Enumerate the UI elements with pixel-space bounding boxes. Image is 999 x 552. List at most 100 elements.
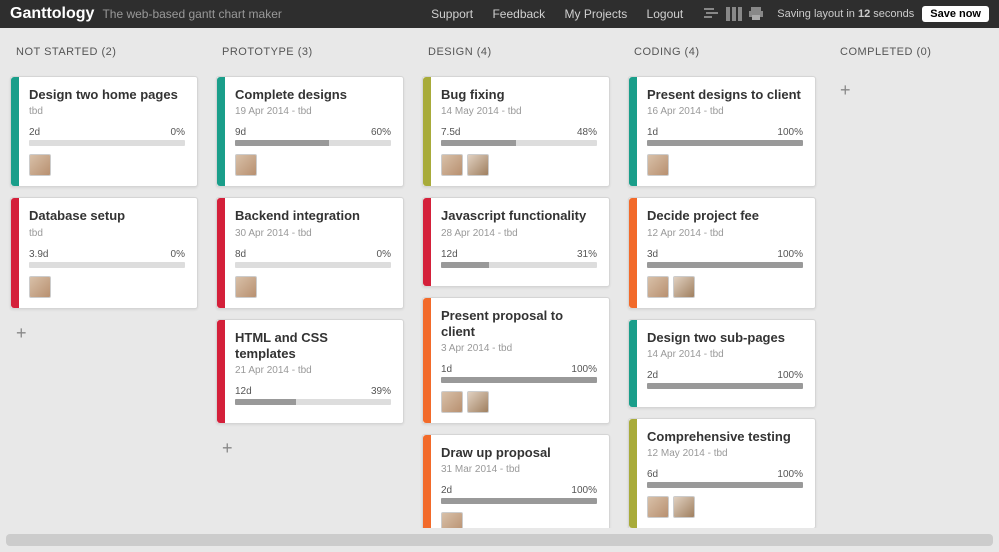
avatar-group bbox=[441, 154, 597, 176]
progress-bar bbox=[647, 140, 803, 146]
kanban-column: CODING (4) Present designs to client 16 Ap… bbox=[628, 46, 816, 510]
nav-logout[interactable]: Logout bbox=[647, 7, 684, 21]
card-duration: 9d bbox=[235, 127, 246, 138]
task-card[interactable]: Complete designs19 Apr 2014 - tbd9d60% bbox=[216, 76, 404, 187]
card-title: Javascript functionality bbox=[441, 208, 597, 224]
task-card[interactable]: Javascript functionality 28 Apr 2014 - tb… bbox=[422, 197, 610, 286]
card-color-stripe bbox=[629, 77, 637, 186]
card-percent: 100% bbox=[571, 485, 597, 496]
card-duration: 1d bbox=[647, 127, 658, 138]
card-percent: 60% bbox=[371, 127, 391, 138]
task-card[interactable]: HTML and CSS templates21 Apr 2014 - tbd1… bbox=[216, 319, 404, 425]
kanban-column: COMPLETED (0)+ bbox=[834, 46, 999, 510]
avatar[interactable] bbox=[235, 276, 257, 298]
progress-bar bbox=[441, 262, 597, 268]
progress-bar bbox=[235, 399, 391, 405]
card-percent: 100% bbox=[777, 249, 803, 260]
card-color-stripe bbox=[11, 198, 19, 307]
card-percent: 31% bbox=[577, 249, 597, 260]
card-color-stripe bbox=[629, 419, 637, 528]
progress-fill bbox=[441, 262, 489, 268]
task-card[interactable]: Present proposal to client3 Apr 2014 - t… bbox=[422, 297, 610, 425]
progress-bar bbox=[235, 262, 391, 268]
avatar[interactable] bbox=[29, 276, 51, 298]
avatar[interactable] bbox=[235, 154, 257, 176]
card-title: Bug fixing bbox=[441, 87, 597, 103]
nav-feedback[interactable]: Feedback bbox=[492, 7, 545, 21]
nav-projects[interactable]: My Projects bbox=[565, 7, 628, 21]
save-now-button[interactable]: Save now bbox=[922, 6, 989, 22]
card-date: 12 Apr 2014 - tbd bbox=[647, 228, 803, 239]
card-duration: 2d bbox=[647, 370, 658, 381]
card-title: Design two home pages bbox=[29, 87, 185, 103]
card-date: 28 Apr 2014 - tbd bbox=[441, 228, 597, 239]
card-date: tbd bbox=[29, 106, 185, 117]
card-duration: 8d bbox=[235, 249, 246, 260]
task-card[interactable]: Bug fixing14 May 2014 - tbd7.5d48% bbox=[422, 76, 610, 187]
card-title: Complete designs bbox=[235, 87, 391, 103]
horizontal-scrollbar[interactable] bbox=[6, 534, 993, 546]
card-duration: 7.5d bbox=[441, 127, 460, 138]
task-card[interactable]: Decide project fee12 Apr 2014 - tbd3d100… bbox=[628, 197, 816, 308]
add-card-button[interactable]: + bbox=[216, 434, 239, 463]
avatar[interactable] bbox=[647, 154, 669, 176]
progress-bar bbox=[441, 377, 597, 383]
add-card-button[interactable]: + bbox=[10, 319, 33, 348]
card-title: Database setup bbox=[29, 208, 185, 224]
add-card-button[interactable]: + bbox=[834, 76, 857, 105]
card-meta: 8d 0% bbox=[235, 249, 391, 260]
kanban-board: NOT STARTED (2)Design two home pagestbd2… bbox=[0, 28, 999, 528]
card-date: 30 Apr 2014 - tbd bbox=[235, 228, 391, 239]
progress-fill bbox=[235, 140, 329, 146]
saving-status: Saving layout in 12 seconds bbox=[777, 8, 914, 20]
avatar[interactable] bbox=[441, 512, 463, 528]
card-title: Present designs to client bbox=[647, 87, 803, 103]
avatar[interactable] bbox=[441, 391, 463, 413]
task-card[interactable]: Design two home pagestbd2d0% bbox=[10, 76, 198, 187]
task-card[interactable]: Present designs to client 16 Apr 2014 - t… bbox=[628, 76, 816, 187]
card-percent: 100% bbox=[777, 370, 803, 381]
avatar[interactable] bbox=[441, 154, 463, 176]
card-date: 14 May 2014 - tbd bbox=[441, 106, 597, 117]
nav-support[interactable]: Support bbox=[431, 7, 473, 21]
card-title: Design two sub-pages bbox=[647, 330, 803, 346]
card-color-stripe bbox=[423, 77, 431, 186]
card-duration: 2d bbox=[441, 485, 452, 496]
print-icon[interactable] bbox=[748, 7, 764, 21]
top-nav: Support Feedback My Projects Logout bbox=[423, 7, 691, 21]
card-color-stripe bbox=[423, 435, 431, 528]
avatar[interactable] bbox=[673, 496, 695, 518]
task-card[interactable]: Backend integration30 Apr 2014 - tbd8d0% bbox=[216, 197, 404, 308]
avatar[interactable] bbox=[467, 391, 489, 413]
card-meta: 9d 60% bbox=[235, 127, 391, 138]
avatar[interactable] bbox=[467, 154, 489, 176]
card-date: 21 Apr 2014 - tbd bbox=[235, 365, 391, 376]
view-icons bbox=[701, 7, 767, 21]
gantt-view-icon[interactable] bbox=[704, 7, 720, 21]
avatar-group bbox=[441, 391, 597, 413]
column-header: PROTOTYPE (3) bbox=[216, 46, 404, 58]
task-card[interactable]: Comprehensive testing12 May 2014 - tbd6d… bbox=[628, 418, 816, 528]
card-date: 3 Apr 2014 - tbd bbox=[441, 343, 597, 354]
kanban-column: DESIGN (4)Bug fixing14 May 2014 - tbd7.5… bbox=[422, 46, 610, 510]
progress-bar bbox=[441, 498, 597, 504]
avatar[interactable] bbox=[673, 276, 695, 298]
avatar[interactable] bbox=[29, 154, 51, 176]
avatar[interactable] bbox=[647, 276, 669, 298]
task-card[interactable]: Draw up proposal31 Mar 2014 - tbd2d100% bbox=[422, 434, 610, 528]
board-view-icon[interactable] bbox=[726, 7, 742, 21]
card-color-stripe bbox=[11, 77, 19, 186]
card-duration: 1d bbox=[441, 364, 452, 375]
progress-fill bbox=[441, 140, 516, 146]
task-card[interactable]: Database setuptbd3.9d0% bbox=[10, 197, 198, 308]
card-meta: 2d 100% bbox=[441, 485, 597, 496]
card-percent: 0% bbox=[377, 249, 391, 260]
avatar-group bbox=[647, 154, 803, 176]
card-date: 16 Apr 2014 - tbd bbox=[647, 106, 803, 117]
avatar[interactable] bbox=[647, 496, 669, 518]
task-card[interactable]: Design two sub-pages14 Apr 2014 - tbd2d1… bbox=[628, 319, 816, 408]
card-duration: 2d bbox=[29, 127, 40, 138]
brand-logo: Ganttology bbox=[10, 5, 94, 23]
column-header: CODING (4) bbox=[628, 46, 816, 58]
card-title: Draw up proposal bbox=[441, 445, 597, 461]
